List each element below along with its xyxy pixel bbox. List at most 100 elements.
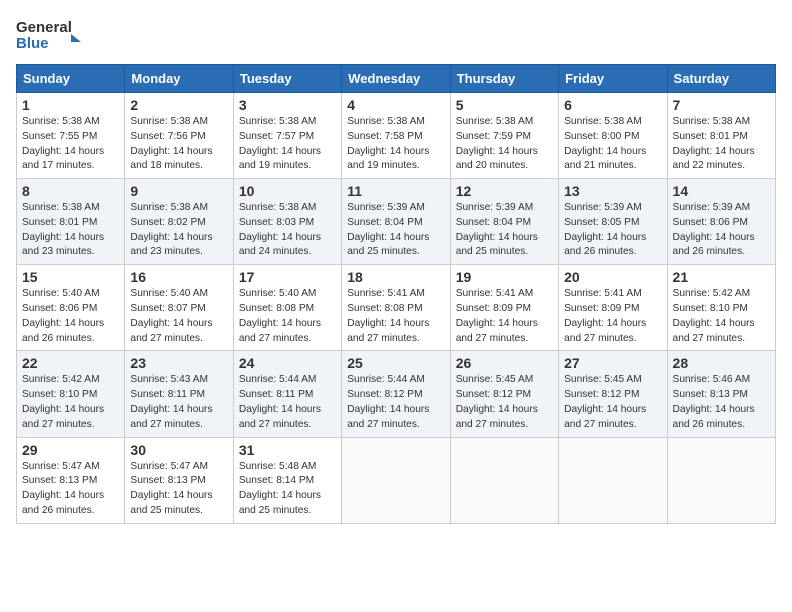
column-header-tuesday: Tuesday bbox=[233, 65, 341, 93]
day-number: 25 bbox=[347, 355, 444, 371]
calendar-table: SundayMondayTuesdayWednesdayThursdayFrid… bbox=[16, 64, 776, 524]
calendar-week-row: 8 Sunrise: 5:38 AM Sunset: 8:01 PM Daylig… bbox=[17, 179, 776, 265]
day-number: 11 bbox=[347, 183, 444, 199]
calendar-cell: 15 Sunrise: 5:40 AM Sunset: 8:06 PM Dayli… bbox=[17, 265, 125, 351]
day-number: 14 bbox=[673, 183, 770, 199]
calendar-cell bbox=[342, 437, 450, 523]
day-info: Sunrise: 5:40 AM Sunset: 8:08 PM Dayligh… bbox=[239, 287, 336, 346]
calendar-cell: 23 Sunrise: 5:43 AM Sunset: 8:11 PM Dayli… bbox=[125, 351, 233, 437]
day-info: Sunrise: 5:39 AM Sunset: 8:04 PM Dayligh… bbox=[456, 201, 553, 260]
calendar-cell: 26 Sunrise: 5:45 AM Sunset: 8:12 PM Dayli… bbox=[450, 351, 558, 437]
day-number: 24 bbox=[239, 355, 336, 371]
calendar-cell bbox=[667, 437, 775, 523]
day-number: 27 bbox=[564, 355, 661, 371]
day-info: Sunrise: 5:42 AM Sunset: 8:10 PM Dayligh… bbox=[22, 373, 119, 432]
calendar-cell: 27 Sunrise: 5:45 AM Sunset: 8:12 PM Dayli… bbox=[559, 351, 667, 437]
day-info: Sunrise: 5:38 AM Sunset: 8:00 PM Dayligh… bbox=[564, 115, 661, 174]
day-number: 4 bbox=[347, 97, 444, 113]
day-info: Sunrise: 5:43 AM Sunset: 8:11 PM Dayligh… bbox=[130, 373, 227, 432]
day-info: Sunrise: 5:39 AM Sunset: 8:06 PM Dayligh… bbox=[673, 201, 770, 260]
day-number: 17 bbox=[239, 269, 336, 285]
day-info: Sunrise: 5:48 AM Sunset: 8:14 PM Dayligh… bbox=[239, 460, 336, 519]
calendar-cell: 9 Sunrise: 5:38 AM Sunset: 8:02 PM Daylig… bbox=[125, 179, 233, 265]
day-number: 28 bbox=[673, 355, 770, 371]
column-header-thursday: Thursday bbox=[450, 65, 558, 93]
calendar-cell: 13Sunrise: 5:39 AM Sunset: 8:05 PM Dayli… bbox=[559, 179, 667, 265]
day-info: Sunrise: 5:38 AM Sunset: 7:56 PM Dayligh… bbox=[130, 115, 227, 174]
day-info: Sunrise: 5:38 AM Sunset: 8:02 PM Dayligh… bbox=[130, 201, 227, 260]
calendar-cell: 28 Sunrise: 5:46 AM Sunset: 8:13 PM Dayli… bbox=[667, 351, 775, 437]
calendar-cell: 11 Sunrise: 5:39 AM Sunset: 8:04 PM Dayli… bbox=[342, 179, 450, 265]
calendar-cell: 3 Sunrise: 5:38 AM Sunset: 7:57 PM Daylig… bbox=[233, 93, 341, 179]
calendar-cell: 12 Sunrise: 5:39 AM Sunset: 8:04 PM Dayli… bbox=[450, 179, 558, 265]
day-number: 30 bbox=[130, 442, 227, 458]
day-info: Sunrise: 5:38 AM Sunset: 7:59 PM Dayligh… bbox=[456, 115, 553, 174]
column-header-friday: Friday bbox=[559, 65, 667, 93]
day-info: Sunrise: 5:39 AM Sunset: 8:05 PM Dayligh… bbox=[564, 201, 661, 260]
day-info: Sunrise: 5:38 AM Sunset: 8:03 PM Dayligh… bbox=[239, 201, 336, 260]
day-info: Sunrise: 5:46 AM Sunset: 8:13 PM Dayligh… bbox=[673, 373, 770, 432]
day-info: Sunrise: 5:38 AM Sunset: 7:57 PM Dayligh… bbox=[239, 115, 336, 174]
day-info: Sunrise: 5:47 AM Sunset: 8:13 PM Dayligh… bbox=[130, 460, 227, 519]
calendar-cell: 24Sunrise: 5:44 AM Sunset: 8:11 PM Dayli… bbox=[233, 351, 341, 437]
day-info: Sunrise: 5:41 AM Sunset: 8:08 PM Dayligh… bbox=[347, 287, 444, 346]
page-header: GeneralBlue bbox=[16, 16, 776, 54]
day-number: 23 bbox=[130, 355, 227, 371]
calendar-cell: 29 Sunrise: 5:47 AM Sunset: 8:13 PM Dayli… bbox=[17, 437, 125, 523]
day-number: 3 bbox=[239, 97, 336, 113]
calendar-cell: 6Sunrise: 5:38 AM Sunset: 8:00 PM Daylig… bbox=[559, 93, 667, 179]
day-number: 18 bbox=[347, 269, 444, 285]
calendar-cell: 5 Sunrise: 5:38 AM Sunset: 7:59 PM Daylig… bbox=[450, 93, 558, 179]
calendar-cell: 7 Sunrise: 5:38 AM Sunset: 8:01 PM Daylig… bbox=[667, 93, 775, 179]
day-number: 8 bbox=[22, 183, 119, 199]
calendar-week-row: 29 Sunrise: 5:47 AM Sunset: 8:13 PM Dayli… bbox=[17, 437, 776, 523]
calendar-cell: 16Sunrise: 5:40 AM Sunset: 8:07 PM Dayli… bbox=[125, 265, 233, 351]
calendar-cell: 14 Sunrise: 5:39 AM Sunset: 8:06 PM Dayli… bbox=[667, 179, 775, 265]
day-number: 7 bbox=[673, 97, 770, 113]
day-number: 9 bbox=[130, 183, 227, 199]
column-header-monday: Monday bbox=[125, 65, 233, 93]
day-info: Sunrise: 5:41 AM Sunset: 8:09 PM Dayligh… bbox=[564, 287, 661, 346]
day-info: Sunrise: 5:44 AM Sunset: 8:12 PM Dayligh… bbox=[347, 373, 444, 432]
day-number: 26 bbox=[456, 355, 553, 371]
day-number: 15 bbox=[22, 269, 119, 285]
day-number: 22 bbox=[22, 355, 119, 371]
day-info: Sunrise: 5:40 AM Sunset: 8:07 PM Dayligh… bbox=[130, 287, 227, 346]
day-info: Sunrise: 5:38 AM Sunset: 8:01 PM Dayligh… bbox=[673, 115, 770, 174]
day-number: 31 bbox=[239, 442, 336, 458]
svg-text:General: General bbox=[16, 19, 72, 36]
calendar-cell: 4 Sunrise: 5:38 AM Sunset: 7:58 PM Daylig… bbox=[342, 93, 450, 179]
day-info: Sunrise: 5:38 AM Sunset: 8:01 PM Dayligh… bbox=[22, 201, 119, 260]
day-number: 21 bbox=[673, 269, 770, 285]
calendar-cell: 25 Sunrise: 5:44 AM Sunset: 8:12 PM Dayli… bbox=[342, 351, 450, 437]
calendar-week-row: 1Sunrise: 5:38 AM Sunset: 7:55 PM Daylig… bbox=[17, 93, 776, 179]
day-info: Sunrise: 5:39 AM Sunset: 8:04 PM Dayligh… bbox=[347, 201, 444, 260]
calendar-cell: 8 Sunrise: 5:38 AM Sunset: 8:01 PM Daylig… bbox=[17, 179, 125, 265]
calendar-header-row: SundayMondayTuesdayWednesdayThursdayFrid… bbox=[17, 65, 776, 93]
day-number: 12 bbox=[456, 183, 553, 199]
column-header-saturday: Saturday bbox=[667, 65, 775, 93]
calendar-cell: 2 Sunrise: 5:38 AM Sunset: 7:56 PM Daylig… bbox=[125, 93, 233, 179]
day-number: 1 bbox=[22, 97, 119, 113]
logo-svg: GeneralBlue bbox=[16, 16, 86, 54]
column-header-sunday: Sunday bbox=[17, 65, 125, 93]
calendar-cell: 30 Sunrise: 5:47 AM Sunset: 8:13 PM Dayli… bbox=[125, 437, 233, 523]
day-info: Sunrise: 5:47 AM Sunset: 8:13 PM Dayligh… bbox=[22, 460, 119, 519]
day-info: Sunrise: 5:40 AM Sunset: 8:06 PM Dayligh… bbox=[22, 287, 119, 346]
calendar-cell: 19Sunrise: 5:41 AM Sunset: 8:09 PM Dayli… bbox=[450, 265, 558, 351]
calendar-week-row: 22 Sunrise: 5:42 AM Sunset: 8:10 PM Dayli… bbox=[17, 351, 776, 437]
day-number: 20 bbox=[564, 269, 661, 285]
day-info: Sunrise: 5:42 AM Sunset: 8:10 PM Dayligh… bbox=[673, 287, 770, 346]
calendar-cell: 1Sunrise: 5:38 AM Sunset: 7:55 PM Daylig… bbox=[17, 93, 125, 179]
svg-text:Blue: Blue bbox=[16, 35, 49, 52]
column-header-wednesday: Wednesday bbox=[342, 65, 450, 93]
day-info: Sunrise: 5:45 AM Sunset: 8:12 PM Dayligh… bbox=[564, 373, 661, 432]
day-number: 29 bbox=[22, 442, 119, 458]
day-number: 5 bbox=[456, 97, 553, 113]
day-info: Sunrise: 5:38 AM Sunset: 7:58 PM Dayligh… bbox=[347, 115, 444, 174]
day-info: Sunrise: 5:45 AM Sunset: 8:12 PM Dayligh… bbox=[456, 373, 553, 432]
calendar-cell: 17 Sunrise: 5:40 AM Sunset: 8:08 PM Dayli… bbox=[233, 265, 341, 351]
day-number: 2 bbox=[130, 97, 227, 113]
calendar-cell: 18 Sunrise: 5:41 AM Sunset: 8:08 PM Dayli… bbox=[342, 265, 450, 351]
calendar-cell bbox=[450, 437, 558, 523]
